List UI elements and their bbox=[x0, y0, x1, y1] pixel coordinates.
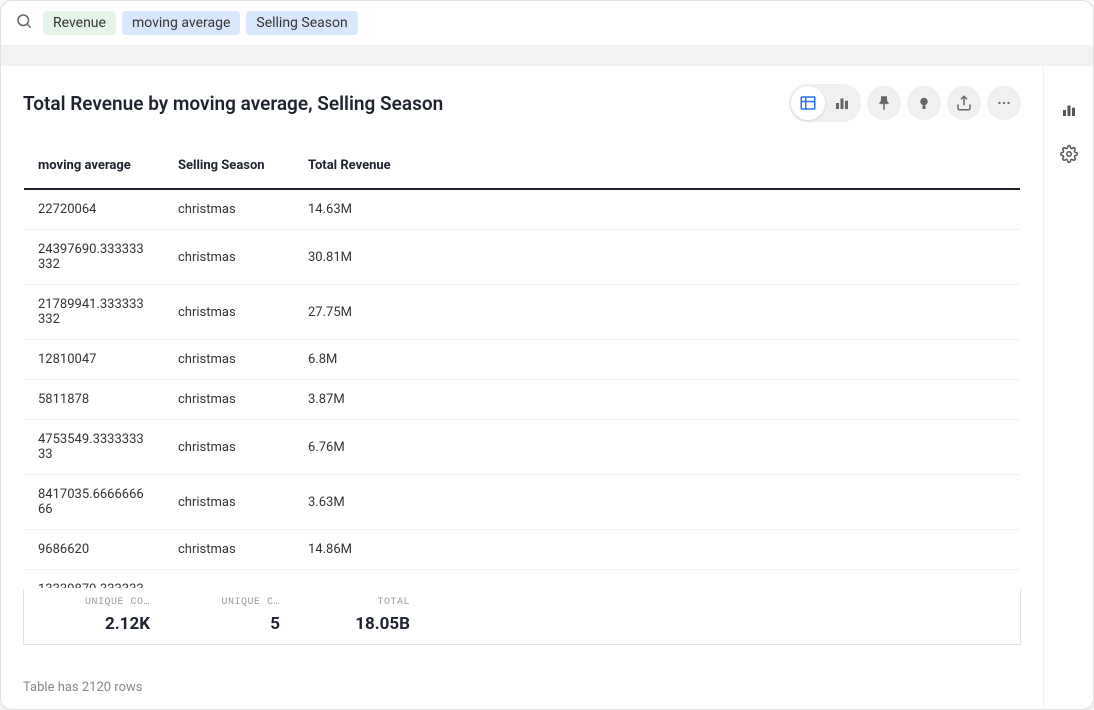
cell-selling-season: christmas bbox=[164, 570, 294, 588]
table-row[interactable]: 21789941.333333332christmas27.75M bbox=[24, 285, 1020, 340]
cell-total-revenue: 10.57M bbox=[294, 570, 424, 588]
cell-selling-season: christmas bbox=[164, 380, 294, 420]
summary-value: 2.12K bbox=[38, 614, 150, 634]
cell-total-revenue: 6.76M bbox=[294, 420, 424, 475]
search-tag[interactable]: Revenue bbox=[43, 11, 116, 35]
column-header[interactable]: Selling Season bbox=[164, 143, 294, 189]
table-row[interactable]: 4753549.333333333christmas6.76M bbox=[24, 420, 1020, 475]
cell-selling-season: christmas bbox=[164, 475, 294, 530]
cell-selling-season: christmas bbox=[164, 340, 294, 380]
cell-moving-average: 24397690.333333332 bbox=[24, 230, 164, 285]
cell-moving-average: 13339879.3333333 bbox=[24, 570, 164, 588]
summary-value: 18.05B bbox=[308, 614, 410, 634]
table-row[interactable]: 24397690.333333332christmas30.81M bbox=[24, 230, 1020, 285]
cell-selling-season: christmas bbox=[164, 420, 294, 475]
table-row[interactable]: 5811878christmas3.87M bbox=[24, 380, 1020, 420]
insights-button[interactable] bbox=[907, 86, 941, 120]
column-header[interactable]: Total Revenue bbox=[294, 143, 424, 189]
search-tag[interactable]: moving average bbox=[122, 11, 240, 35]
table-row[interactable]: 12810047christmas6.8M bbox=[24, 340, 1020, 380]
more-options-button[interactable] bbox=[987, 86, 1021, 120]
search-bar: Revenuemoving averageSelling Season bbox=[1, 1, 1093, 46]
side-rail bbox=[1043, 66, 1093, 709]
summary-label: TOTAL bbox=[308, 597, 410, 608]
share-button[interactable] bbox=[947, 86, 981, 120]
summary-cell: TOTAL 18.05B bbox=[294, 589, 424, 644]
cell-selling-season: christmas bbox=[164, 530, 294, 570]
cell-empty bbox=[424, 190, 1020, 230]
table-row[interactable]: 13339879.3333333christmas10.57M bbox=[24, 570, 1020, 588]
table-header-row: moving average Selling Season Total Reve… bbox=[24, 143, 1020, 189]
cell-selling-season: christmas bbox=[164, 285, 294, 340]
cell-selling-season: christmas bbox=[164, 190, 294, 230]
summary-label: UNIQUE C… bbox=[178, 597, 280, 608]
cell-moving-average: 12810047 bbox=[24, 340, 164, 380]
cell-total-revenue: 3.63M bbox=[294, 475, 424, 530]
cell-moving-average: 5811878 bbox=[24, 380, 164, 420]
toolbar bbox=[789, 84, 1021, 122]
summary-row: UNIQUE CO… 2.12K UNIQUE C… 5 TOTAL 18.05B bbox=[23, 589, 1021, 645]
cell-empty bbox=[424, 530, 1020, 570]
summary-label: UNIQUE CO… bbox=[38, 597, 150, 608]
cell-empty bbox=[424, 570, 1020, 588]
summary-value: 5 bbox=[178, 614, 280, 634]
column-header[interactable]: moving average bbox=[24, 143, 164, 189]
cell-moving-average: 4753549.333333333 bbox=[24, 420, 164, 475]
cell-selling-season: christmas bbox=[164, 230, 294, 285]
table-view-button[interactable] bbox=[791, 86, 825, 120]
pin-button[interactable] bbox=[867, 86, 901, 120]
cell-moving-average: 9686620 bbox=[24, 530, 164, 570]
cell-total-revenue: 3.87M bbox=[294, 380, 424, 420]
column-header-empty bbox=[424, 143, 1020, 189]
page-title: Total Revenue by moving average, Selling… bbox=[23, 92, 443, 115]
cell-total-revenue: 6.8M bbox=[294, 340, 424, 380]
table-row[interactable]: 9686620christmas14.86M bbox=[24, 530, 1020, 570]
table-row[interactable]: 22720064christmas14.63M bbox=[24, 190, 1020, 230]
cell-total-revenue: 14.63M bbox=[294, 190, 424, 230]
cell-empty bbox=[424, 285, 1020, 340]
summary-cell: UNIQUE C… 5 bbox=[164, 589, 294, 644]
chart-config-button[interactable] bbox=[1053, 94, 1085, 126]
cell-empty bbox=[424, 475, 1020, 530]
table-row[interactable]: 8417035.666666666christmas3.63M bbox=[24, 475, 1020, 530]
data-table: moving average Selling Season Total Reve… bbox=[23, 142, 1021, 589]
cell-moving-average: 21789941.333333332 bbox=[24, 285, 164, 340]
search-tags: Revenuemoving averageSelling Season bbox=[43, 11, 358, 35]
cell-empty bbox=[424, 380, 1020, 420]
search-icon[interactable] bbox=[15, 12, 33, 34]
cell-empty bbox=[424, 230, 1020, 285]
cell-moving-average: 8417035.666666666 bbox=[24, 475, 164, 530]
cell-empty bbox=[424, 420, 1020, 475]
cell-empty bbox=[424, 340, 1020, 380]
summary-cell: UNIQUE CO… 2.12K bbox=[24, 589, 164, 644]
cell-moving-average: 22720064 bbox=[24, 190, 164, 230]
search-tag[interactable]: Selling Season bbox=[246, 11, 357, 35]
settings-button[interactable] bbox=[1053, 138, 1085, 170]
table-footer: Table has 2120 rows bbox=[1, 666, 1043, 709]
cell-total-revenue: 30.81M bbox=[294, 230, 424, 285]
chart-view-button[interactable] bbox=[825, 86, 859, 120]
cell-total-revenue: 14.86M bbox=[294, 530, 424, 570]
cell-total-revenue: 27.75M bbox=[294, 285, 424, 340]
